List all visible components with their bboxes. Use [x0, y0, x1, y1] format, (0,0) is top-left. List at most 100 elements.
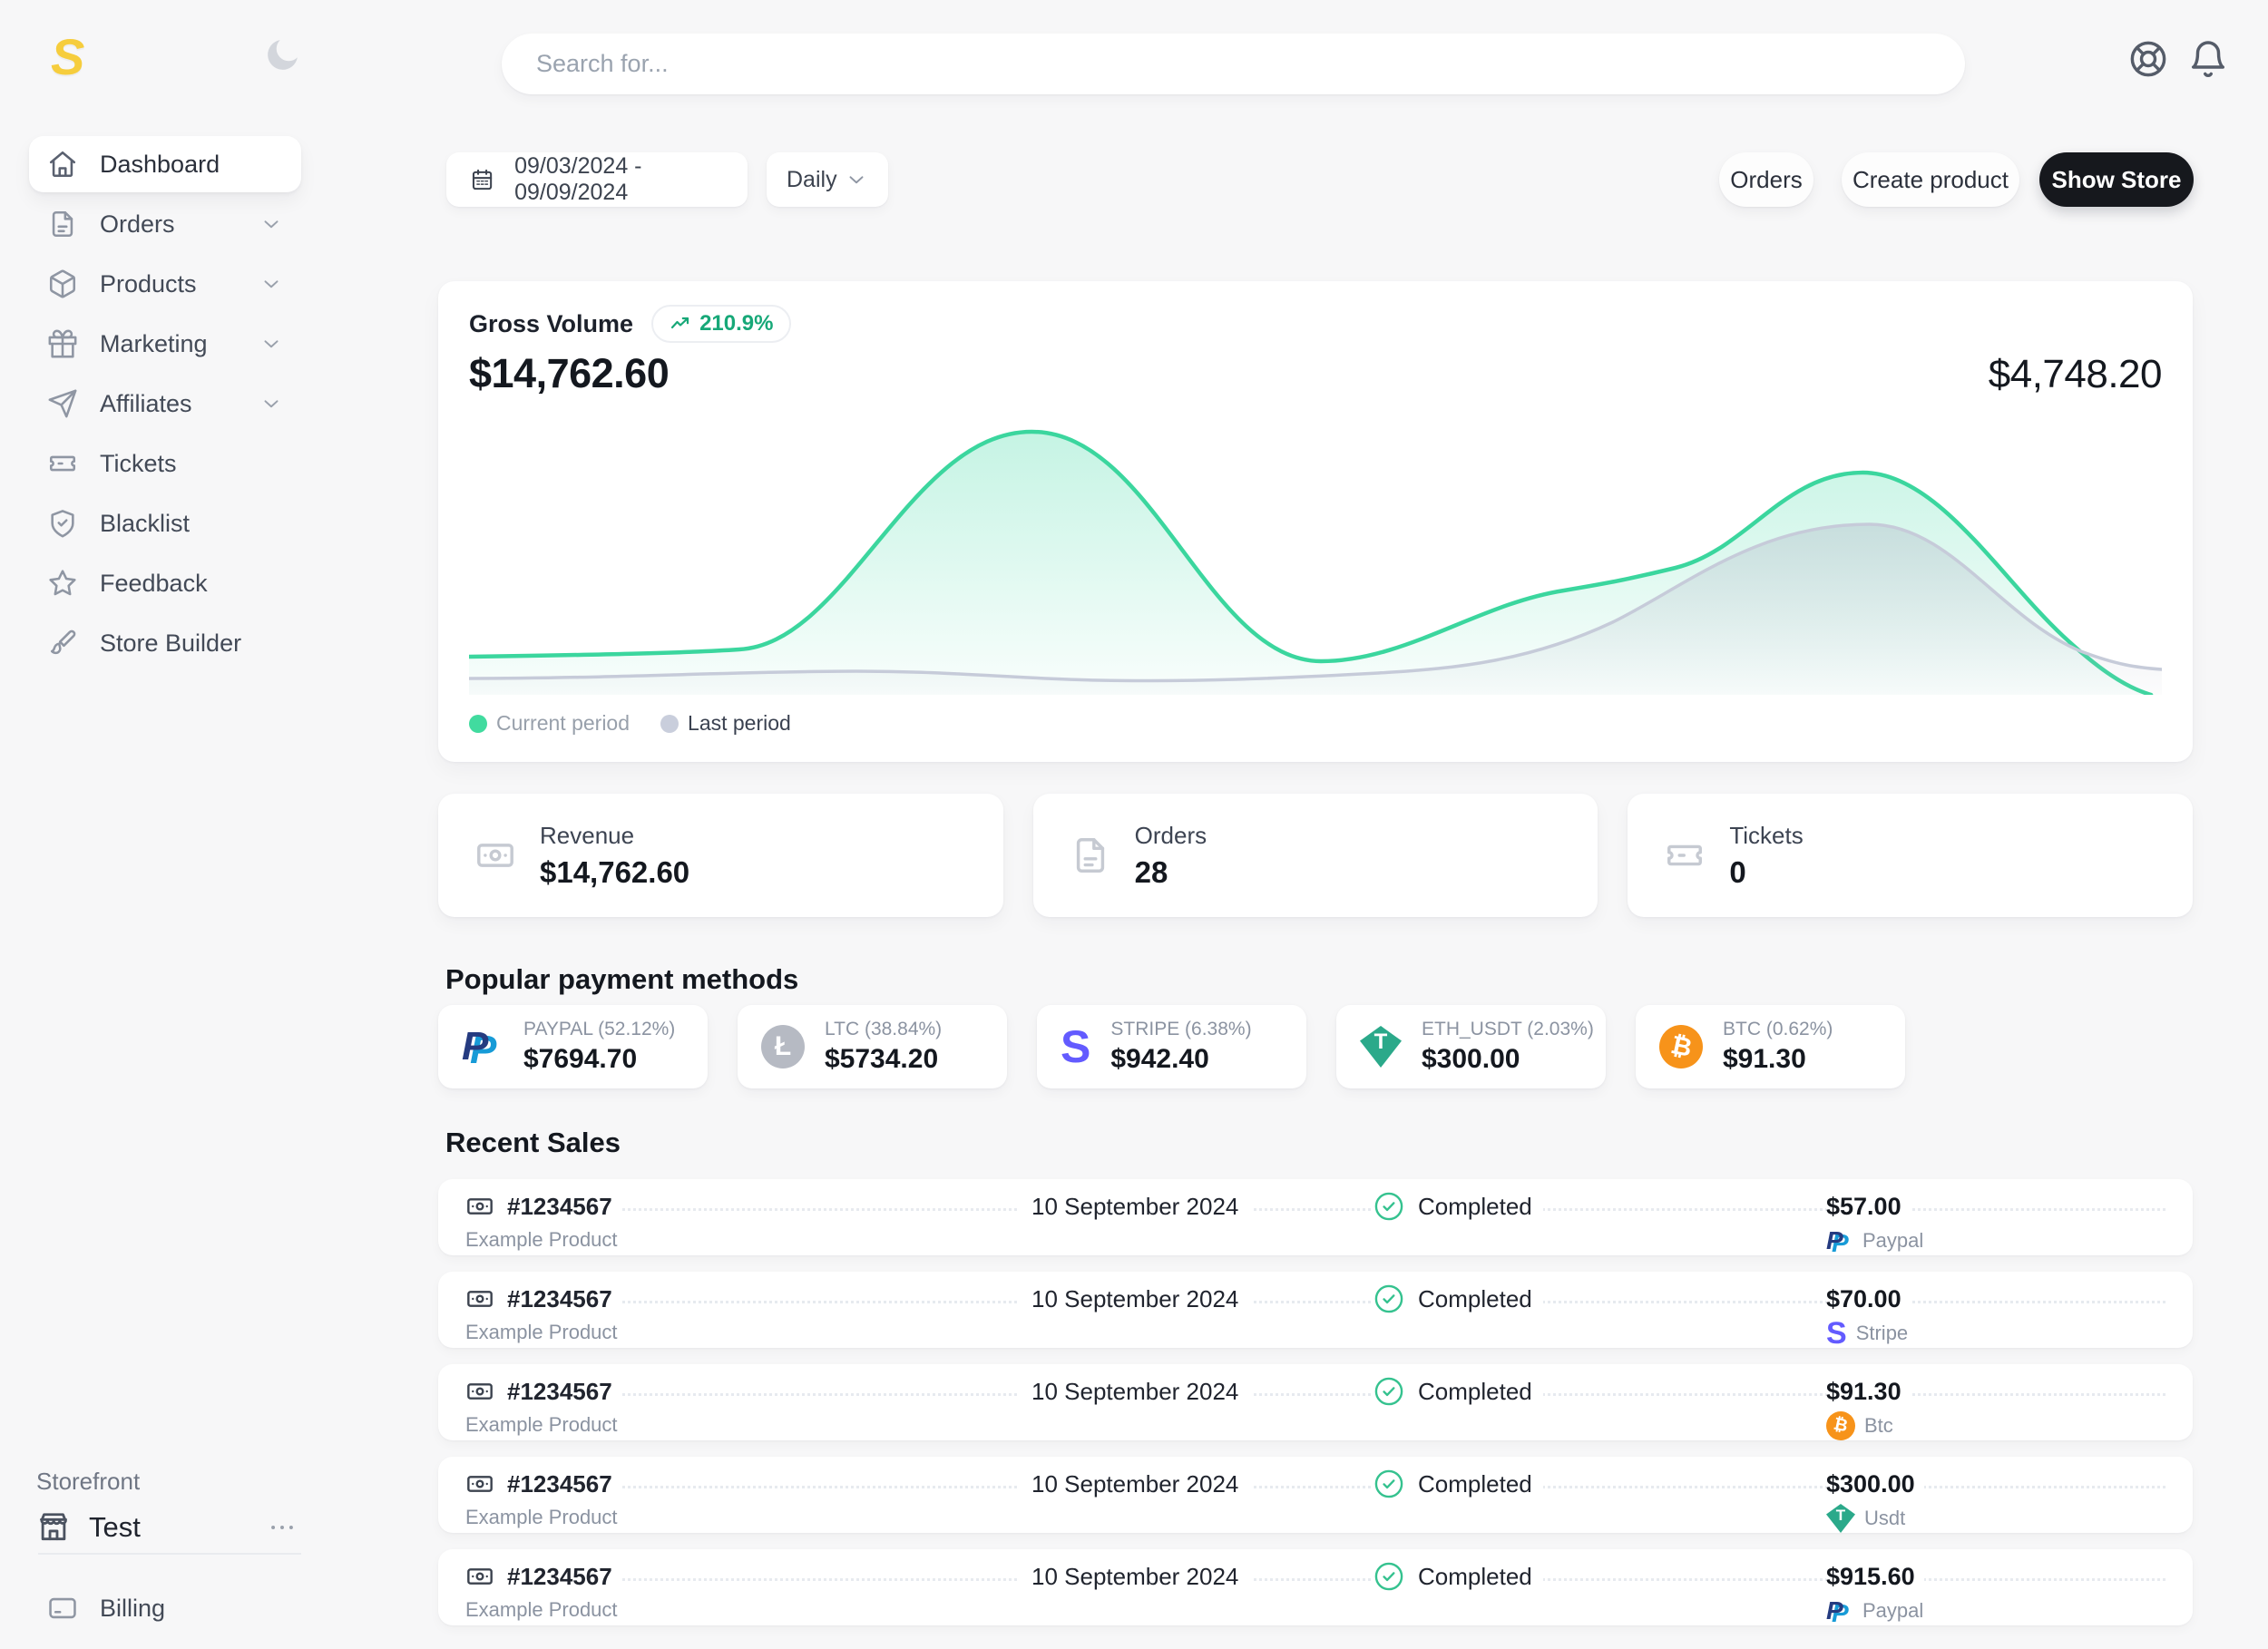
check-circle-icon [1373, 1375, 1405, 1408]
product-name: Example Product [465, 1228, 865, 1252]
legend-item: Last period [660, 711, 791, 736]
date-range-value: 09/03/2024 - 09/09/2024 [514, 153, 724, 206]
file-icon [1070, 834, 1111, 876]
paypal-logo-icon: PP [462, 1025, 503, 1068]
notifications-icon[interactable] [2187, 38, 2229, 80]
sidebar-item-affiliates[interactable]: Affiliates [29, 376, 301, 432]
sidebar-item-tickets[interactable]: Tickets [29, 435, 301, 492]
storefront-more-icon[interactable] [267, 1512, 298, 1543]
check-circle-icon [1373, 1468, 1405, 1500]
gross-volume-card: Gross Volume 210.9% $14,762.60 $4,748.20 [438, 281, 2193, 762]
billing-section: Billing [29, 1580, 301, 1640]
sale-date: 10 September 2024 [1031, 1285, 1238, 1313]
sidebar-item-orders[interactable]: Orders [29, 196, 301, 252]
interval-select[interactable]: Daily [767, 152, 888, 207]
payment-method-card: T ETH_USDT (2.03%) $300.00 [1336, 1005, 1606, 1088]
show-store-button[interactable]: Show Store [2039, 152, 2194, 207]
bitcoin-logo-icon: ₿ [1659, 1025, 1703, 1068]
orders-button[interactable]: Orders [1719, 152, 1813, 207]
status-text: Completed [1418, 1193, 1532, 1221]
search-bar [502, 34, 1965, 94]
stat-card-revenue: Revenue $14,762.60 [438, 794, 1003, 917]
sidebar-item-feedback[interactable]: Feedback [29, 555, 301, 611]
sale-row[interactable]: #1234567 Example Product 10 September 20… [438, 1364, 2193, 1440]
dashboard-page: { "app": { "logo_letter": "S" }, "sideba… [0, 0, 2268, 1649]
current-period-total: $14,762.60 [469, 350, 669, 397]
home-icon [47, 149, 78, 180]
gift-icon [47, 328, 78, 359]
storefront-section: Storefront Test [36, 1468, 308, 1545]
stat-card-orders: Orders 28 [1033, 794, 1598, 917]
chevron-down-icon [259, 272, 283, 296]
sale-date: 10 September 2024 [1031, 1563, 1238, 1591]
sidebar-item-billing[interactable]: Billing [29, 1580, 301, 1636]
sale-row[interactable]: #1234567 Example Product 10 September 20… [438, 1457, 2193, 1533]
paypal-logo-icon: PP [1826, 1596, 1853, 1625]
storefront-label: Storefront [36, 1468, 308, 1496]
sale-row[interactable]: #1234567 Example Product 10 September 20… [438, 1272, 2193, 1348]
stat-card-tickets: Tickets 0 [1628, 794, 2193, 917]
sidebar-item-store-builder[interactable]: Store Builder [29, 615, 301, 671]
payment-method-card: PP PAYPAL (52.12%) $7694.70 [438, 1005, 708, 1088]
sidebar-item-products[interactable]: Products [29, 256, 301, 312]
stripe-logo-icon: S [1061, 1025, 1090, 1068]
legend-dot [660, 715, 679, 733]
sidebar-item-blacklist[interactable]: Blacklist [29, 495, 301, 551]
sale-amount: $91.30 [1826, 1378, 1901, 1406]
moon-icon [261, 34, 303, 76]
stats-row: Revenue $14,762.60 Orders 28 Tickets 0 [438, 794, 2193, 917]
create-product-button[interactable]: Create product [1842, 152, 2019, 207]
payment-method-name: Stripe [1856, 1322, 1908, 1345]
chart-legend: Current period Last period [469, 711, 2162, 736]
product-name: Example Product [465, 1598, 865, 1622]
product-name: Example Product [465, 1506, 865, 1529]
dark-mode-toggle[interactable] [261, 34, 303, 76]
store-icon [36, 1510, 71, 1545]
storefront-selector[interactable]: Test [36, 1510, 308, 1545]
sidebar-item-label: Billing [100, 1595, 165, 1623]
toolbar: 09/03/2024 - 09/09/2024 Daily Orders Cre… [438, 152, 2193, 207]
cube-icon [47, 268, 78, 299]
sale-amount: $300.00 [1826, 1470, 1915, 1498]
legend-item: Current period [469, 711, 630, 736]
star-icon [47, 568, 78, 599]
status-text: Completed [1418, 1563, 1532, 1591]
credit-card-icon [47, 1593, 78, 1624]
status-text: Completed [1418, 1285, 1532, 1313]
banknote-icon [474, 834, 516, 876]
date-range-picker[interactable]: 09/03/2024 - 09/09/2024 [446, 152, 748, 207]
app-logo[interactable]: S [51, 27, 84, 86]
sidebar-item-dashboard[interactable]: Dashboard [29, 136, 301, 192]
ticket-icon [47, 448, 78, 479]
banknote-icon [465, 1562, 494, 1591]
payments-heading: Popular payment methods [445, 963, 798, 996]
bitcoin-logo-icon: ₿ [1826, 1411, 1855, 1440]
payment-method-name: Btc [1864, 1414, 1893, 1438]
payment-method-card: S STRIPE (6.38%) $942.40 [1037, 1005, 1306, 1088]
trending-up-icon [670, 313, 691, 335]
sale-row[interactable]: #1234567 Example Product 10 September 20… [438, 1179, 2193, 1255]
tether-logo-icon: T [1360, 1026, 1402, 1068]
sale-row[interactable]: #1234567 Example Product 10 September 20… [438, 1549, 2193, 1625]
send-icon [47, 388, 78, 419]
change-badge-value: 210.9% [699, 311, 773, 337]
banknote-icon [465, 1469, 494, 1498]
payment-method-name: Paypal [1862, 1599, 1923, 1623]
payment-method-name: Paypal [1862, 1229, 1923, 1253]
sidebar-item-marketing[interactable]: Marketing [29, 316, 301, 372]
legend-dot [469, 715, 487, 733]
status-text: Completed [1418, 1378, 1532, 1406]
payment-method-card: ₿ BTC (0.62%) $91.30 [1636, 1005, 1905, 1088]
search-input[interactable] [502, 34, 1965, 94]
paypal-logo-icon: PP [1826, 1226, 1853, 1255]
help-icon[interactable] [2127, 38, 2169, 80]
file-icon [47, 209, 78, 239]
sale-amount: $70.00 [1826, 1285, 1901, 1313]
chevron-down-icon [259, 332, 283, 356]
sale-date: 10 September 2024 [1031, 1193, 1238, 1221]
sidebar-nav: Dashboard Orders Products Marketing Affi… [29, 136, 301, 675]
calendar-icon [470, 165, 494, 194]
brush-icon [47, 628, 78, 659]
previous-period-total: $4,748.20 [1989, 352, 2162, 397]
product-name: Example Product [465, 1413, 865, 1437]
